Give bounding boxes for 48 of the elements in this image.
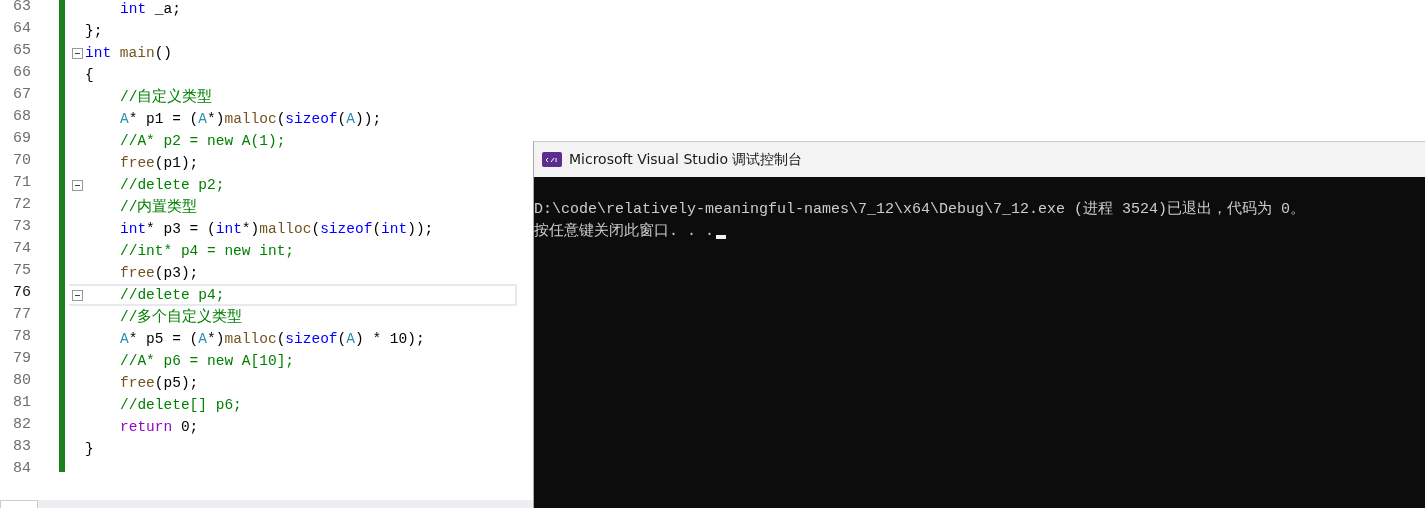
code-line: //A* p6 = new A[10]; — [119, 352, 295, 370]
code-line: int main() — [85, 44, 173, 62]
line-number: 78 — [12, 328, 31, 347]
line-number: 76 — [12, 284, 31, 303]
line-number: 63 — [12, 0, 31, 17]
code-line: //内置类型 — [119, 198, 198, 216]
line-number: 77 — [12, 306, 31, 325]
line-number: 71 — [12, 174, 31, 193]
console-output: D:\code\relatively-meaningful-names\7_12\x64\Debug\7_12.exe (进程 3524)已退出，代码为 0。 — [534, 199, 1306, 220]
line-number: 68 — [12, 108, 31, 127]
line-number: 65 — [12, 42, 31, 61]
line-number: 64 — [12, 20, 31, 39]
code-line: //多个自定义类型 — [119, 308, 243, 326]
code-line: free(p5); — [119, 374, 199, 392]
text-cursor — [716, 235, 726, 239]
line-number: 79 — [12, 350, 31, 369]
line-number: 83 — [12, 438, 31, 457]
line-number: 84 — [12, 460, 31, 479]
window-title: Microsoft Visual Studio 调试控制台 — [569, 150, 803, 169]
code-line: //delete p2; — [119, 176, 225, 194]
code-line: //delete p4; — [119, 286, 225, 304]
code-line: //int* p4 = new int; — [119, 242, 295, 260]
line-number: 66 — [12, 64, 31, 83]
console-output: 按任意键关闭此窗口. . . — [534, 221, 714, 242]
line-number: 74 — [12, 240, 31, 259]
code-line: int* p3 = (int*)malloc(sizeof(int)); — [119, 220, 434, 238]
line-number: 75 — [12, 262, 31, 281]
code-line: { — [85, 66, 94, 84]
line-number: 73 — [12, 218, 31, 237]
code-line: //自定义类型 — [119, 88, 213, 106]
line-number: 80 — [12, 372, 31, 391]
line-number: 72 — [12, 196, 31, 215]
code-line: //A* p2 = new A(1); — [119, 132, 286, 150]
code-line: A* p5 = (A*)malloc(sizeof(A) * 10); — [119, 330, 425, 348]
code-line: }; — [85, 22, 103, 40]
line-number: 70 — [12, 152, 31, 171]
console-icon — [542, 152, 562, 167]
code-line: int _a; — [119, 0, 181, 18]
line-number: 67 — [12, 86, 31, 105]
line-number: 82 — [12, 416, 31, 435]
code-line: //delete[] p6; — [119, 396, 242, 414]
code-line: free(p3); — [119, 264, 199, 282]
line-number: 69 — [12, 130, 31, 149]
line-number: 81 — [12, 394, 31, 413]
code-line: } — [85, 440, 94, 458]
code-line: A* p1 = (A*)malloc(sizeof(A)); — [119, 110, 382, 128]
code-line: free(p1); — [119, 154, 199, 172]
code-line: return 0; — [119, 418, 199, 436]
